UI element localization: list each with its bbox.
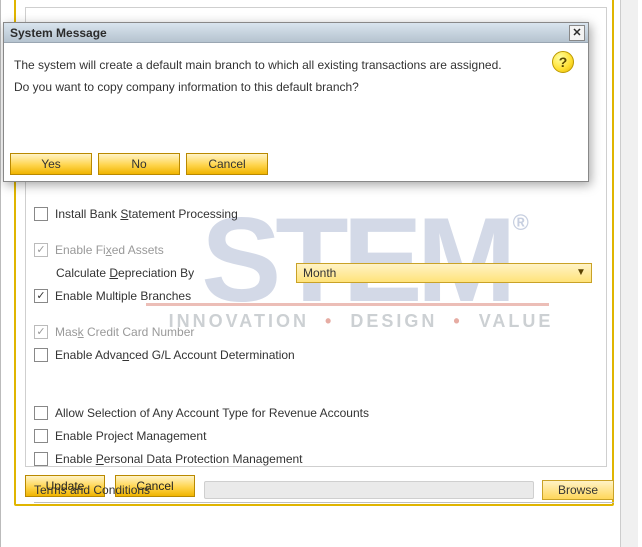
no-label: No: [131, 157, 146, 171]
label-project-mgmt: Enable Project Management: [55, 429, 206, 443]
checkbox-mask-cc: [34, 325, 48, 339]
yes-label: Yes: [41, 157, 61, 171]
browse-button[interactable]: Browse: [542, 480, 614, 500]
label-any-account-revenue: Allow Selection of Any Account Type for …: [55, 406, 369, 420]
dialog-cancel-button[interactable]: Cancel: [186, 153, 268, 175]
terms-field[interactable]: [204, 481, 534, 499]
scrollbar-rail[interactable]: [620, 0, 638, 547]
combo-value: Month: [303, 266, 336, 280]
close-icon[interactable]: ✕: [569, 25, 585, 41]
chevron-down-icon: ▼: [575, 267, 587, 279]
checkbox-multiple-branches[interactable]: [34, 289, 48, 303]
label-mask-cc: Mask Credit Card Number: [55, 325, 194, 339]
checkbox-advanced-gl[interactable]: [34, 348, 48, 362]
checkbox-pdp-mgmt[interactable]: [34, 452, 48, 466]
checkbox-any-account-revenue[interactable]: [34, 406, 48, 420]
dialog-text: The system will create a default main br…: [14, 55, 514, 98]
label-advanced-gl: Enable Advanced G/L Account Determinatio…: [55, 348, 295, 362]
system-message-dialog: System Message ✕ The system will create …: [3, 22, 589, 182]
dialog-cancel-label: Cancel: [208, 157, 245, 171]
help-icon: ?: [552, 51, 574, 73]
browse-label: Browse: [558, 483, 598, 497]
checkbox-project-mgmt[interactable]: [34, 429, 48, 443]
dialog-title: System Message: [10, 26, 107, 40]
combo-depreciation-by[interactable]: Month ▼: [296, 263, 592, 283]
checkbox-fixed-assets: [34, 243, 48, 257]
label-multiple-branches: Enable Multiple Branches: [55, 289, 191, 303]
checkbox-bank-statement[interactable]: [34, 207, 48, 221]
yes-button[interactable]: Yes: [10, 153, 92, 175]
label-terms: Terms and Conditions: [34, 483, 204, 497]
label-bank-statement: Install Bank Statement Processing: [55, 207, 238, 221]
label-depreciation-by: Calculate Depreciation By: [56, 266, 296, 280]
dialog-titlebar[interactable]: System Message ✕: [4, 23, 588, 43]
no-button[interactable]: No: [98, 153, 180, 175]
label-pdp-mgmt: Enable Personal Data Protection Manageme…: [55, 452, 303, 466]
label-fixed-assets: Enable Fixed Assets: [55, 243, 164, 257]
